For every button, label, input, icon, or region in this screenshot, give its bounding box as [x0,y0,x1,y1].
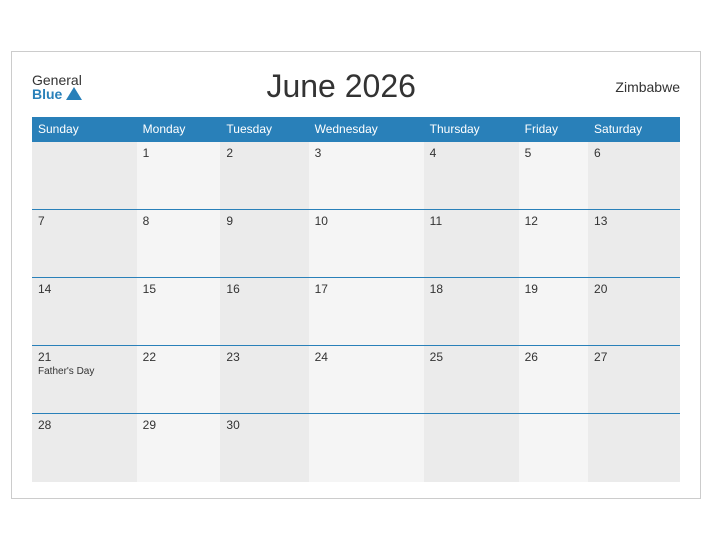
holiday-label: Father's Day [38,366,131,377]
calendar-cell [32,142,137,210]
calendar-cell: 13 [588,210,680,278]
calendar-week-2: 14 15 16 17 18 19 20 [32,278,680,346]
logo-triangle-icon [66,87,82,100]
calendar-cell: 26 [519,346,588,414]
calendar-cell: 4 [424,142,519,210]
logo-blue-text: Blue [32,87,62,101]
calendar-country: Zimbabwe [600,79,680,95]
calendar-cell: 29 [137,414,221,482]
calendar-cell: 19 [519,278,588,346]
date-number: 13 [594,214,674,228]
logo: General Blue [32,73,82,101]
date-number: 1 [143,146,215,160]
date-number: 29 [143,418,215,432]
date-number: 4 [430,146,513,160]
calendar-week-3: 21 Father's Day 22 23 24 25 26 27 [32,346,680,414]
date-number: 25 [430,350,513,364]
calendar-cell: 8 [137,210,221,278]
calendar-cell: 21 Father's Day [32,346,137,414]
calendar-cell: 25 [424,346,519,414]
calendar-cell: 20 [588,278,680,346]
calendar-cell: 10 [309,210,424,278]
calendar-title: June 2026 [82,68,600,105]
date-number: 20 [594,282,674,296]
calendar-week-4: 28 29 30 [32,414,680,482]
calendar-cell: 9 [220,210,308,278]
date-number: 17 [315,282,418,296]
calendar-cell [424,414,519,482]
calendar-cell: 23 [220,346,308,414]
date-number: 16 [226,282,302,296]
date-number: 8 [143,214,215,228]
calendar-cell: 14 [32,278,137,346]
calendar-cell: 2 [220,142,308,210]
weekday-header-row: SundayMondayTuesdayWednesdayThursdayFrid… [32,117,680,142]
calendar-cell: 18 [424,278,519,346]
weekday-header-monday: Monday [137,117,221,142]
date-number: 27 [594,350,674,364]
calendar-cell: 27 [588,346,680,414]
date-number: 21 [38,350,131,364]
date-number: 26 [525,350,582,364]
date-number: 24 [315,350,418,364]
calendar-cell: 1 [137,142,221,210]
calendar-cell: 5 [519,142,588,210]
calendar-cell: 3 [309,142,424,210]
calendar-cell [519,414,588,482]
calendar-cell [309,414,424,482]
date-number: 3 [315,146,418,160]
calendar-cell: 17 [309,278,424,346]
date-number: 22 [143,350,215,364]
date-number: 6 [594,146,674,160]
calendar-cell: 28 [32,414,137,482]
calendar-cell: 30 [220,414,308,482]
date-number: 30 [226,418,302,432]
calendar-cell [588,414,680,482]
calendar-week-1: 789 10 11 12 13 [32,210,680,278]
calendar-header: General Blue June 2026 Zimbabwe [32,68,680,105]
calendar-cell: 24 [309,346,424,414]
calendar-cell: 6 [588,142,680,210]
date-number: 10 [315,214,418,228]
weekday-header-friday: Friday [519,117,588,142]
date-number: 14 [38,282,131,296]
calendar-cell: 16 [220,278,308,346]
date-number: 15 [143,282,215,296]
date-number: 18 [430,282,513,296]
calendar-cell: 11 [424,210,519,278]
weekday-header-sunday: Sunday [32,117,137,142]
calendar-cell: 12 [519,210,588,278]
date-number: 9 [226,214,302,228]
calendar-cell: 22 [137,346,221,414]
calendar-cell: 7 [32,210,137,278]
date-number: 12 [525,214,582,228]
date-number: 28 [38,418,131,432]
logo-general-text: General [32,73,82,87]
weekday-header-tuesday: Tuesday [220,117,308,142]
date-number: 2 [226,146,302,160]
date-number: 5 [525,146,582,160]
date-number: 7 [38,214,131,228]
calendar-table: SundayMondayTuesdayWednesdayThursdayFrid… [32,117,680,482]
weekday-header-wednesday: Wednesday [309,117,424,142]
calendar-week-0: 123456 [32,142,680,210]
date-number: 11 [430,214,513,228]
calendar-cell: 15 [137,278,221,346]
date-number: 23 [226,350,302,364]
date-number: 19 [525,282,582,296]
calendar: General Blue June 2026 Zimbabwe SundayMo… [11,51,701,499]
weekday-header-thursday: Thursday [424,117,519,142]
weekday-header-saturday: Saturday [588,117,680,142]
